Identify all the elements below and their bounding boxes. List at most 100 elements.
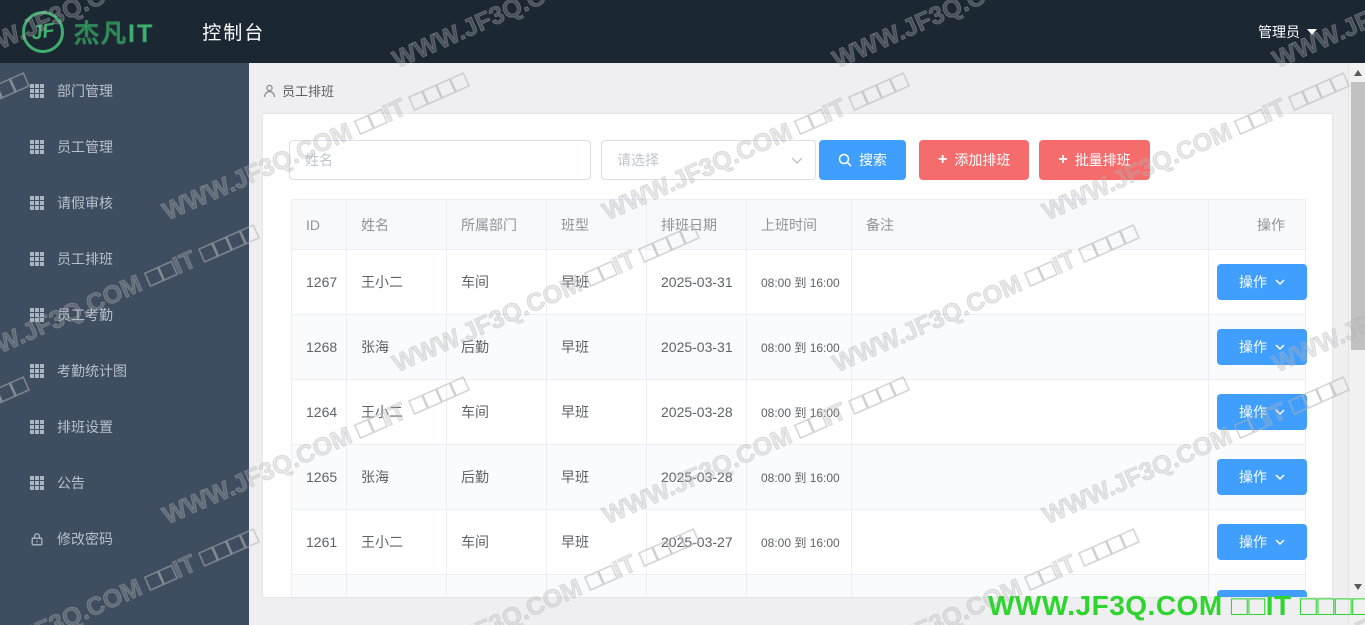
cell-name: 张海: [347, 445, 447, 509]
grid-icon: [30, 364, 44, 378]
sidebar-item-announcements[interactable]: 公告: [0, 455, 249, 511]
cell-remark: [852, 315, 1209, 379]
table-body: 1267 王小二 车间 早班 2025-03-31 08:00 到 16:00 …: [292, 250, 1307, 597]
search-button[interactable]: 搜索: [819, 140, 906, 180]
table-row: 1265 张海 后勤 早班 2025-03-28 08:00 到 16:00 操…: [292, 445, 1307, 510]
chevron-down-icon: [1275, 409, 1285, 415]
chevron-down-icon: [791, 151, 803, 169]
sidebar-item-label: 请假审核: [57, 195, 113, 211]
scrollbar-thumb[interactable]: [1351, 82, 1365, 350]
sidebar-item-employee-attendance[interactable]: 员工考勤: [0, 287, 249, 343]
select-placeholder: 请选择: [617, 152, 659, 168]
cell-remark: [852, 250, 1209, 314]
grid-icon: [30, 476, 44, 490]
app-window: JF 杰凡IT 控制台 管理员 部门管理 员工管理 请假审核 员工排班 员工考勤…: [0, 0, 1365, 625]
row-action-button[interactable]: 操作: [1217, 589, 1307, 597]
cell-date: 2025-03-31: [647, 315, 747, 379]
sidebar-item-attendance-chart[interactable]: 考勤统计图: [0, 343, 249, 399]
table-row: 1264 王小二 车间 早班 2025-03-28 08:00 到 16:00 …: [292, 380, 1307, 445]
cell-shift-type: 早班: [547, 250, 647, 314]
user-name: 管理员: [1258, 23, 1300, 40]
cell-name: [347, 575, 447, 597]
cell-id: 1264: [292, 380, 347, 444]
schedule-table: ID 姓名 所属部门 班型 排班日期 上班时间 备注 操作 1267 王小二 车…: [291, 199, 1307, 597]
cell-shift-type: 早班: [547, 315, 647, 379]
user-menu[interactable]: 管理员: [1258, 22, 1317, 42]
main-content: 员工排班 请选择: [249, 63, 1348, 625]
breadcrumb-label: 员工排班: [282, 84, 335, 99]
user-silhouette-icon: [263, 84, 276, 98]
col-name: 姓名: [347, 200, 447, 249]
cell-remark: [852, 510, 1209, 574]
scrollbar[interactable]: [1348, 63, 1365, 625]
cell-department: 车间: [447, 380, 547, 444]
sidebar-item-change-password[interactable]: 修改密码: [0, 511, 249, 567]
sidebar-item-label: 员工管理: [57, 139, 113, 155]
chevron-down-icon: [1275, 539, 1285, 545]
cell-date: 2025-03-28: [647, 380, 747, 444]
name-search-input[interactable]: [289, 140, 591, 180]
cell-id: 1268: [292, 315, 347, 379]
cell-work-time: 08:00 到 16:00: [747, 250, 852, 314]
grid-icon: [30, 140, 44, 154]
sidebar-item-label: 部门管理: [57, 83, 113, 99]
cell-work-time: 08:00 到 16:00: [747, 380, 852, 444]
row-action-button[interactable]: 操作: [1217, 459, 1307, 495]
sidebar-item-label: 员工考勤: [57, 307, 113, 323]
add-schedule-button[interactable]: + 添加排班: [919, 140, 1030, 180]
chevron-down-icon: [1275, 344, 1285, 350]
batch-schedule-button[interactable]: + 批量排班: [1039, 140, 1150, 180]
col-remark: 备注: [852, 200, 1209, 249]
table-header-row: ID 姓名 所属部门 班型 排班日期 上班时间 备注 操作: [292, 200, 1305, 250]
col-work-time: 上班时间: [747, 200, 852, 249]
cell-shift-type: [547, 575, 647, 597]
department-select[interactable]: 请选择: [601, 140, 816, 180]
chevron-down-icon: [1307, 28, 1317, 35]
sidebar-item-label: 考勤统计图: [57, 363, 127, 379]
top-header: JF 杰凡IT 控制台 管理员: [0, 0, 1365, 63]
cell-actions: 操作: [1209, 575, 1307, 597]
sidebar-item-schedule-settings[interactable]: 排班设置: [0, 399, 249, 455]
grid-icon: [30, 308, 44, 322]
page-title: 控制台: [202, 23, 266, 44]
chevron-down-icon: [1275, 474, 1285, 480]
table-row-partial: 操作: [292, 575, 1307, 597]
cell-shift-type: 早班: [547, 380, 647, 444]
cell-actions: 操作: [1209, 250, 1307, 314]
scroll-up-arrow[interactable]: [1349, 66, 1365, 80]
cell-shift-type: 早班: [547, 445, 647, 509]
sidebar-item-label: 排班设置: [57, 419, 113, 435]
col-shift-type: 班型: [547, 200, 647, 249]
row-action-button[interactable]: 操作: [1217, 524, 1307, 560]
grid-icon: [30, 252, 44, 266]
chevron-down-icon: [1275, 279, 1285, 285]
breadcrumb: 员工排班: [263, 81, 334, 100]
col-department: 所属部门: [447, 200, 547, 249]
cell-shift-type: 早班: [547, 510, 647, 574]
sidebar-item-leave-approval[interactable]: 请假审核: [0, 175, 249, 231]
table-row: 1268 张海 后勤 早班 2025-03-31 08:00 到 16:00 操…: [292, 315, 1307, 380]
logo-name: 杰凡IT: [74, 19, 155, 48]
row-action-button[interactable]: 操作: [1217, 329, 1307, 365]
sidebar-item-employee-scheduling[interactable]: 员工排班: [0, 231, 249, 287]
cell-actions: 操作: [1209, 445, 1307, 509]
cell-actions: 操作: [1209, 380, 1307, 444]
col-actions: 操作: [1257, 216, 1285, 233]
sidebar-item-departments[interactable]: 部门管理: [0, 63, 249, 119]
row-action-button[interactable]: 操作: [1217, 264, 1307, 300]
scroll-down-arrow[interactable]: [1349, 580, 1365, 594]
cell-department: 车间: [447, 510, 547, 574]
cell-work-time: 08:00 到 16:00: [747, 510, 852, 574]
sidebar-item-employees[interactable]: 员工管理: [0, 119, 249, 175]
row-action-button[interactable]: 操作: [1217, 394, 1307, 430]
cell-id: 1267: [292, 250, 347, 314]
sidebar-item-label: 员工排班: [57, 251, 113, 267]
cell-department: 后勤: [447, 445, 547, 509]
cell-department: 后勤: [447, 315, 547, 379]
lock-icon: [30, 532, 44, 546]
cell-name: 王小二: [347, 380, 447, 444]
cell-actions: 操作: [1209, 510, 1307, 574]
cell-remark: [852, 380, 1209, 444]
plus-icon: +: [938, 151, 948, 168]
cell-work-time: 08:00 到 16:00: [747, 445, 852, 509]
